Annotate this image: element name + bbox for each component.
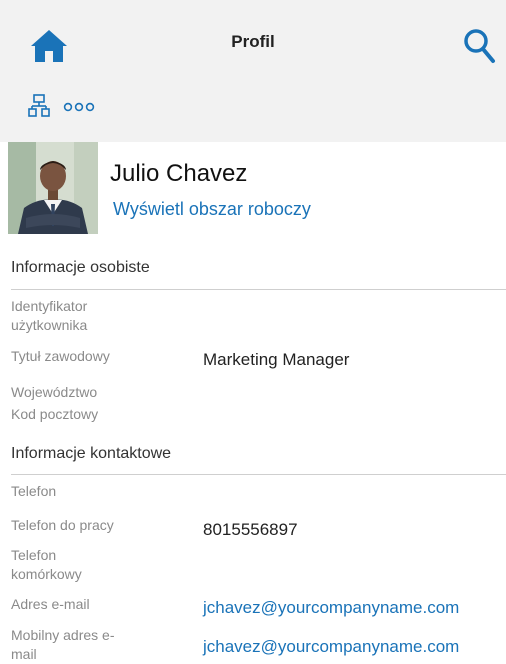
contact-info-heading: Informacje kontaktowe — [11, 445, 172, 462]
email-label: Adres e-mail — [11, 596, 90, 612]
mobile-email-label-line-1: Mobilny adres e- — [11, 627, 115, 643]
mobile-phone-label-line-2: komórkowy — [11, 566, 82, 582]
mobile-phone-label: Telefon komórkowy — [11, 546, 171, 584]
personal-info-heading: Informacje osobiste — [11, 259, 150, 276]
org-chart-icon[interactable] — [28, 94, 50, 118]
avatar — [8, 142, 98, 234]
province-label: Województwo — [11, 384, 98, 400]
user-id-label-line-2: użytkownika — [11, 317, 88, 333]
work-phone-label: Telefon do pracy — [11, 517, 114, 533]
user-id-label-line-1: Identyfikator — [11, 298, 88, 314]
page-title: Profil — [231, 32, 275, 51]
search-icon[interactable] — [462, 26, 498, 66]
user-id-label: Identyfikator użytkownika — [11, 297, 171, 335]
mobile-email-link[interactable]: jchavez@yourcompanyname.com — [203, 637, 459, 657]
mobile-phone-label-line-1: Telefon — [11, 547, 57, 563]
work-phone-value[interactable]: 8015556897 — [203, 520, 298, 540]
view-workspace-link[interactable]: Wyświetl obszar roboczy — [113, 199, 311, 220]
header-bar — [0, 0, 506, 142]
contact-info-divider — [11, 474, 506, 475]
profile-name: Julio Chavez — [110, 160, 248, 187]
job-title-label: Tytuł zawodowy — [11, 348, 110, 364]
postal-code-label: Kod pocztowy — [11, 406, 99, 422]
more-icon[interactable] — [63, 100, 97, 112]
job-title-value: Marketing Manager — [203, 350, 350, 369]
mobile-email-label-line-2: mail — [11, 646, 37, 662]
email-link[interactable]: jchavez@yourcompanyname.com — [203, 598, 459, 618]
personal-info-divider — [11, 289, 506, 290]
phone-label: Telefon — [11, 483, 57, 499]
mobile-email-label: Mobilny adres e- mail — [11, 626, 171, 664]
